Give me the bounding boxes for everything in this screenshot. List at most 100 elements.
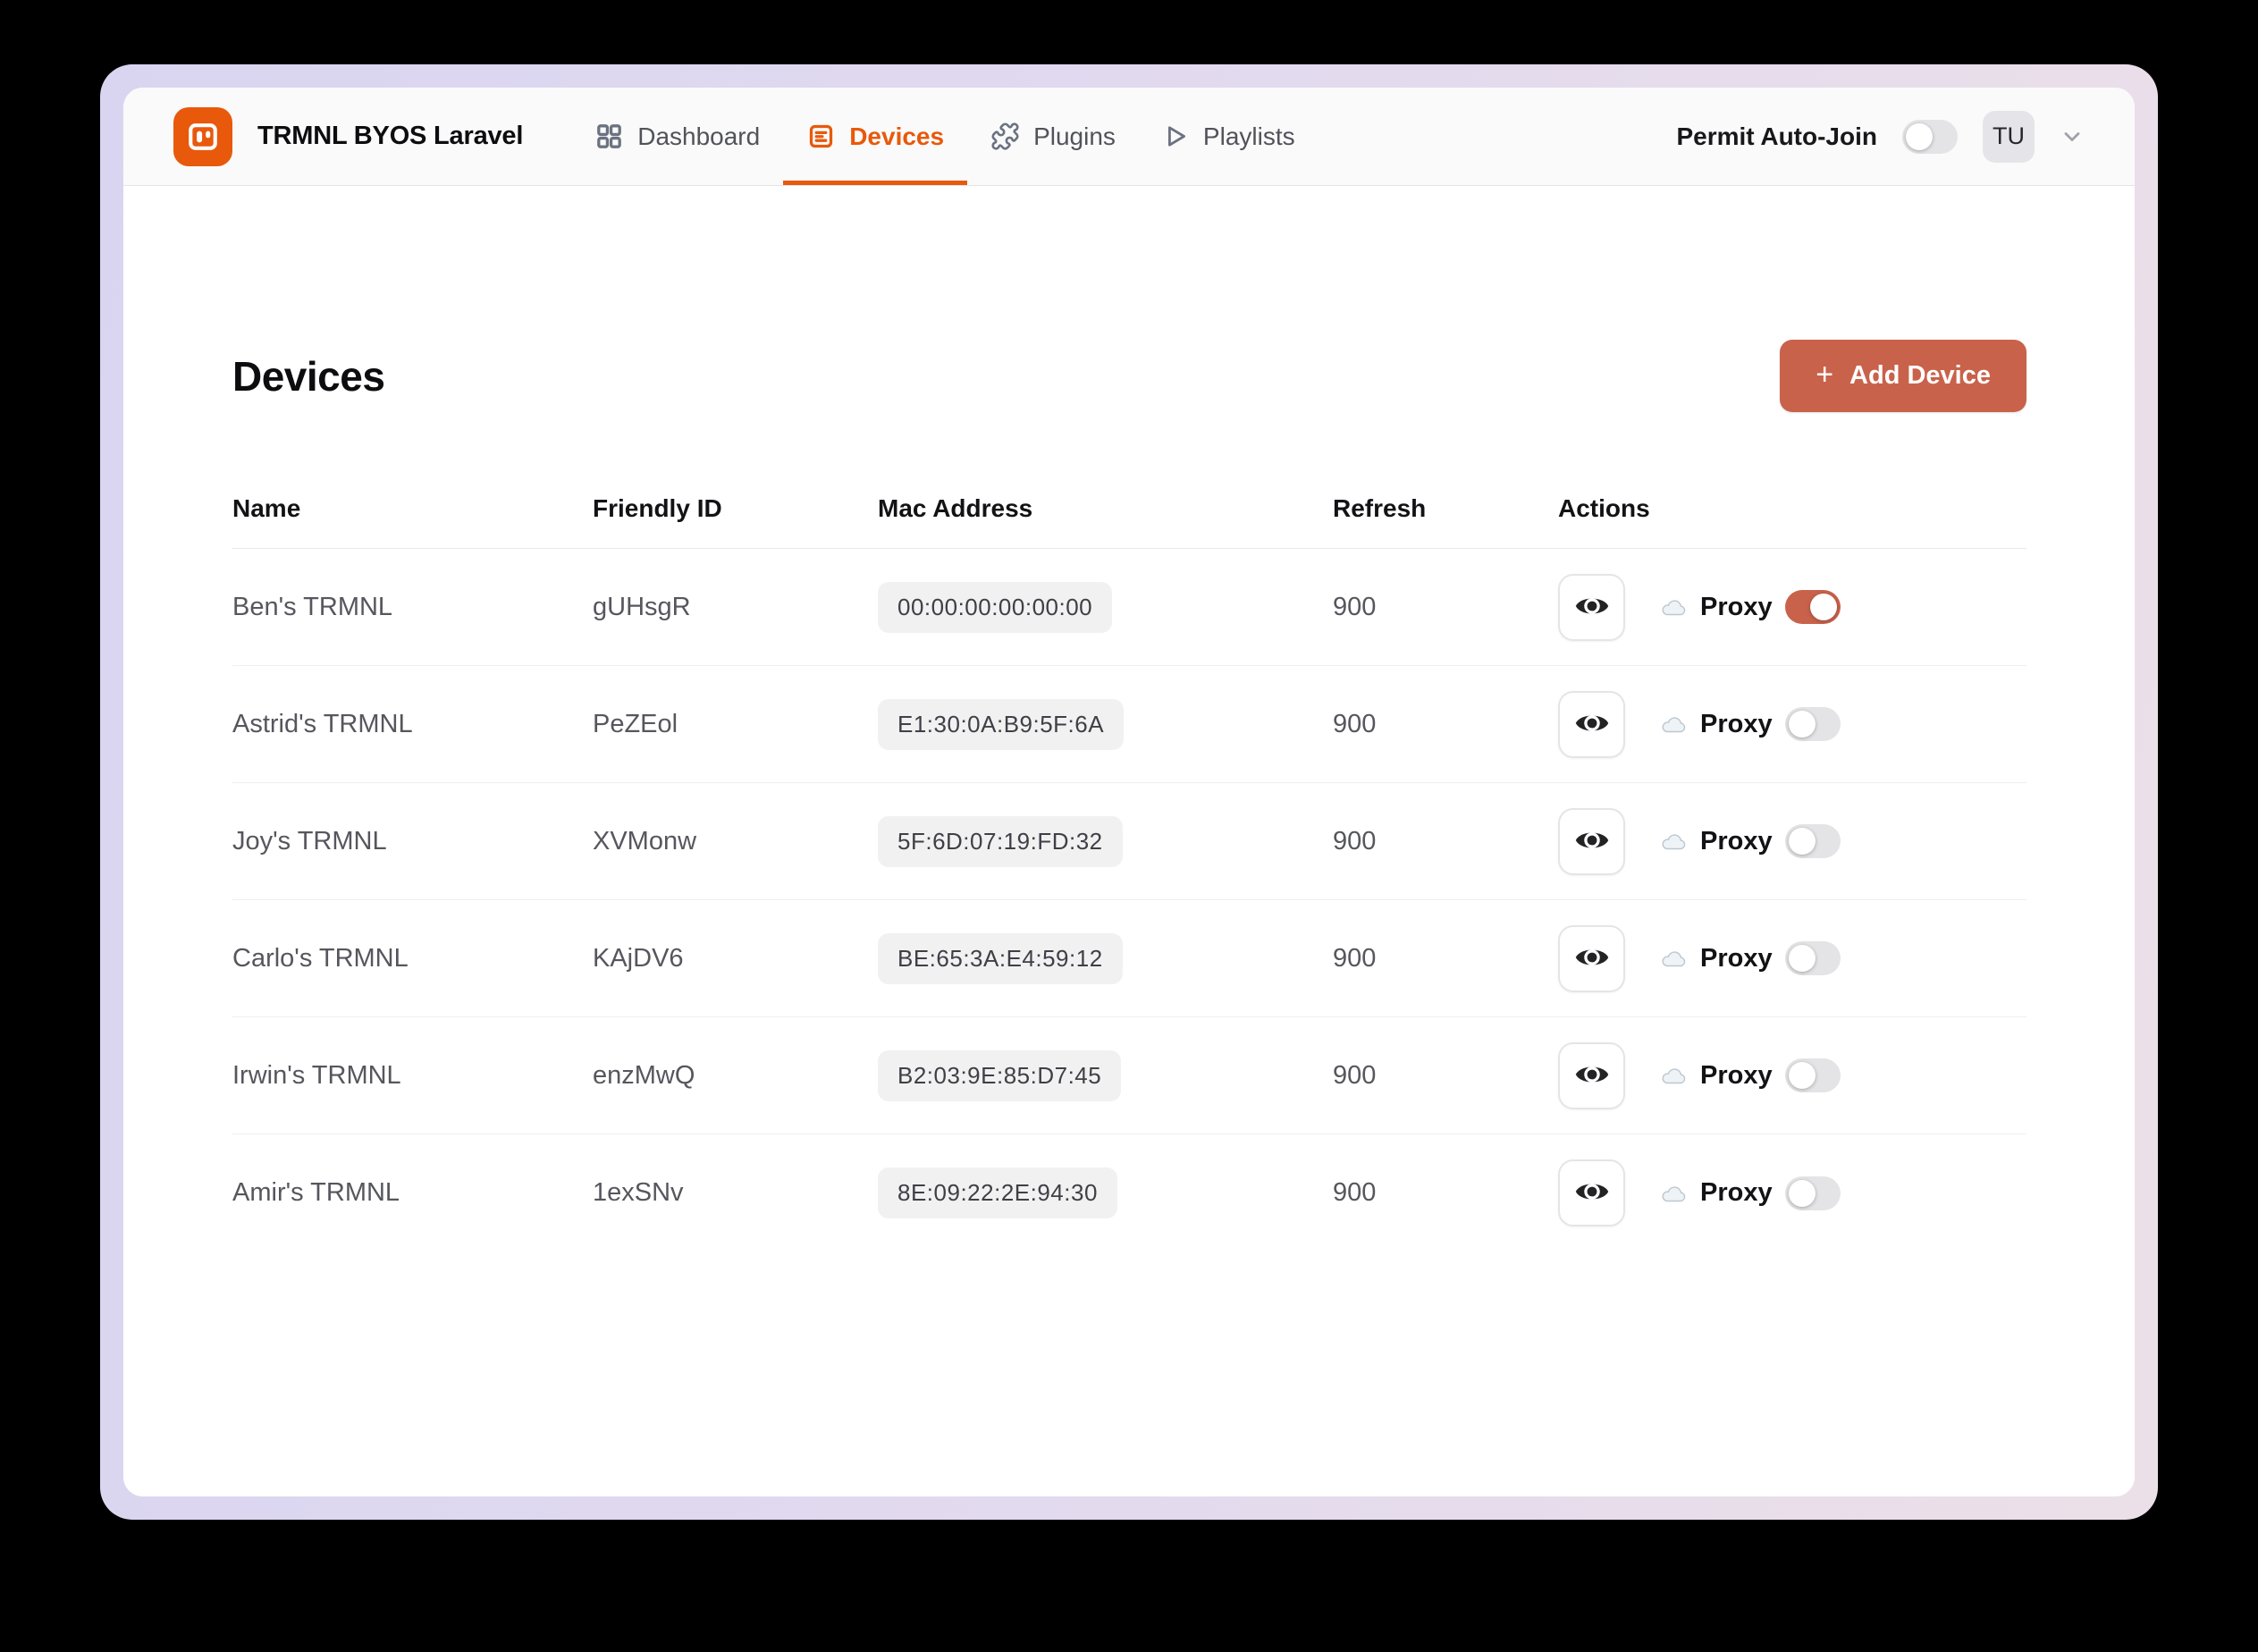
proxy-toggle[interactable] — [1784, 824, 1841, 858]
view-device-button[interactable] — [1558, 573, 1625, 641]
eye-icon — [1573, 587, 1611, 628]
device-actions: Proxy — [1558, 573, 2026, 641]
column-header-name: Name — [232, 494, 301, 522]
toggle-knob — [1906, 122, 1933, 150]
mac-address-chip: 00:00:00:00:00:00 — [878, 581, 1113, 633]
proxy-label: Proxy — [1700, 1060, 1773, 1090]
device-mac-cell: 5F:6D:07:19:FD:32 — [878, 815, 1333, 867]
nav-item-playlists[interactable]: Playlists — [1139, 88, 1319, 185]
proxy-control: Proxy — [1659, 707, 1841, 741]
permit-auto-join-toggle[interactable] — [1902, 119, 1958, 154]
device-mac-cell: E1:30:0A:B9:5F:6A — [878, 698, 1333, 750]
proxy-label: Proxy — [1700, 709, 1773, 738]
proxy-toggle[interactable] — [1784, 590, 1841, 624]
cloud-icon — [1659, 1183, 1688, 1204]
toggle-knob — [1788, 711, 1816, 738]
device-mac-cell: B2:03:9E:85:D7:45 — [878, 1049, 1333, 1101]
proxy-label: Proxy — [1700, 826, 1773, 856]
page-title: Devices — [232, 352, 385, 400]
proxy-toggle[interactable] — [1784, 1058, 1841, 1092]
brand: TRMNL BYOS Laravel — [173, 88, 523, 185]
eye-icon — [1573, 1173, 1611, 1213]
eye-icon — [1573, 1056, 1611, 1096]
eye-icon — [1573, 822, 1611, 862]
view-device-button[interactable] — [1558, 1041, 1625, 1109]
mac-address-chip: 5F:6D:07:19:FD:32 — [878, 815, 1123, 867]
grid-icon — [594, 122, 624, 151]
device-mac-cell: BE:65:3A:E4:59:12 — [878, 932, 1333, 984]
nav-item-dashboard[interactable]: Dashboard — [571, 88, 783, 185]
device-name: Ben's TRMNL — [232, 592, 393, 621]
proxy-control: Proxy — [1659, 590, 1841, 624]
device-name: Amir's TRMNL — [232, 1178, 400, 1207]
mac-address-chip: E1:30:0A:B9:5F:6A — [878, 698, 1125, 750]
cloud-icon — [1659, 1065, 1688, 1086]
table-row: Astrid's TRMNL PeZEol E1:30:0A:B9:5F:6A … — [232, 666, 2026, 783]
device-friendly-id: XVMonw — [593, 826, 697, 856]
proxy-label: Proxy — [1700, 592, 1773, 621]
view-device-button[interactable] — [1558, 924, 1625, 992]
device-mac-cell: 00:00:00:00:00:00 — [878, 581, 1333, 633]
toggle-knob — [1788, 1179, 1816, 1207]
device-friendly-id: 1exSNv — [593, 1178, 684, 1207]
device-list-icon — [806, 122, 836, 151]
table-row: Joy's TRMNL XVMonw 5F:6D:07:19:FD:32 900 — [232, 783, 2026, 900]
chevron-down-icon[interactable] — [2060, 124, 2085, 149]
proxy-control: Proxy — [1659, 941, 1841, 975]
cloud-icon — [1659, 830, 1688, 852]
device-actions: Proxy — [1558, 924, 2026, 992]
device-friendly-id: enzMwQ — [593, 1060, 695, 1090]
view-device-button[interactable] — [1558, 1159, 1625, 1226]
table-header-row: Name Friendly ID Mac Address Refresh Act… — [232, 494, 2026, 549]
device-mac-cell: 8E:09:22:2E:94:30 — [878, 1167, 1333, 1218]
proxy-control: Proxy — [1659, 824, 1841, 858]
proxy-toggle[interactable] — [1784, 707, 1841, 741]
user-avatar[interactable]: TU — [1983, 110, 2035, 163]
permit-auto-join-label: Permit Auto-Join — [1676, 122, 1877, 150]
device-refresh: 900 — [1333, 826, 1377, 856]
device-name: Irwin's TRMNL — [232, 1060, 401, 1090]
column-header-mac-address: Mac Address — [878, 494, 1033, 522]
proxy-toggle[interactable] — [1784, 1176, 1841, 1210]
column-header-friendly-id: Friendly ID — [593, 494, 722, 522]
puzzle-icon — [990, 122, 1020, 151]
eye-icon — [1573, 704, 1611, 745]
device-friendly-id: KAjDV6 — [593, 943, 684, 973]
device-name: Carlo's TRMNL — [232, 943, 409, 973]
topbar-right: Permit Auto-Join TU — [1676, 88, 2085, 185]
mac-address-chip: B2:03:9E:85:D7:45 — [878, 1049, 1122, 1101]
main-nav: Dashboard Devices Plugins Playlists — [571, 88, 1318, 185]
device-name: Astrid's TRMNL — [232, 709, 413, 738]
column-header-refresh: Refresh — [1333, 494, 1427, 522]
nav-label: Plugins — [1033, 122, 1116, 150]
device-actions: Proxy — [1558, 807, 2026, 875]
device-refresh: 900 — [1333, 1060, 1377, 1090]
device-refresh: 900 — [1333, 1178, 1377, 1207]
trmnl-logo-icon — [173, 106, 232, 166]
app-window: TRMNL BYOS Laravel Dashboard Devices Plu… — [123, 88, 2135, 1496]
device-refresh: 900 — [1333, 709, 1377, 738]
main-content: Devices + Add Device Name Friendly ID Ma… — [123, 186, 2135, 1496]
table-row: Carlo's TRMNL KAjDV6 BE:65:3A:E4:59:12 9… — [232, 900, 2026, 1017]
proxy-toggle[interactable] — [1784, 941, 1841, 975]
plus-icon: + — [1816, 358, 1834, 392]
mac-address-chip: BE:65:3A:E4:59:12 — [878, 932, 1123, 984]
page-header: Devices + Add Device — [232, 340, 2026, 412]
nav-item-plugins[interactable]: Plugins — [967, 88, 1139, 185]
proxy-control: Proxy — [1659, 1058, 1841, 1092]
nav-label: Devices — [849, 122, 945, 150]
view-device-button[interactable] — [1558, 807, 1625, 875]
device-refresh: 900 — [1333, 592, 1377, 621]
add-device-button[interactable]: + Add Device — [1780, 340, 2026, 412]
proxy-label: Proxy — [1700, 943, 1773, 973]
device-rows: Ben's TRMNL gUHsgR 00:00:00:00:00:00 900 — [232, 549, 2026, 1252]
view-device-button[interactable] — [1558, 690, 1625, 758]
table-row: Ben's TRMNL gUHsgR 00:00:00:00:00:00 900 — [232, 549, 2026, 666]
nav-label: Playlists — [1202, 122, 1295, 150]
toggle-knob — [1809, 594, 1837, 620]
device-actions: Proxy — [1558, 1041, 2026, 1109]
nav-item-devices[interactable]: Devices — [783, 88, 968, 185]
proxy-control: Proxy — [1659, 1176, 1841, 1210]
app-title: TRMNL BYOS Laravel — [257, 122, 524, 150]
mac-address-chip: 8E:09:22:2E:94:30 — [878, 1167, 1117, 1218]
